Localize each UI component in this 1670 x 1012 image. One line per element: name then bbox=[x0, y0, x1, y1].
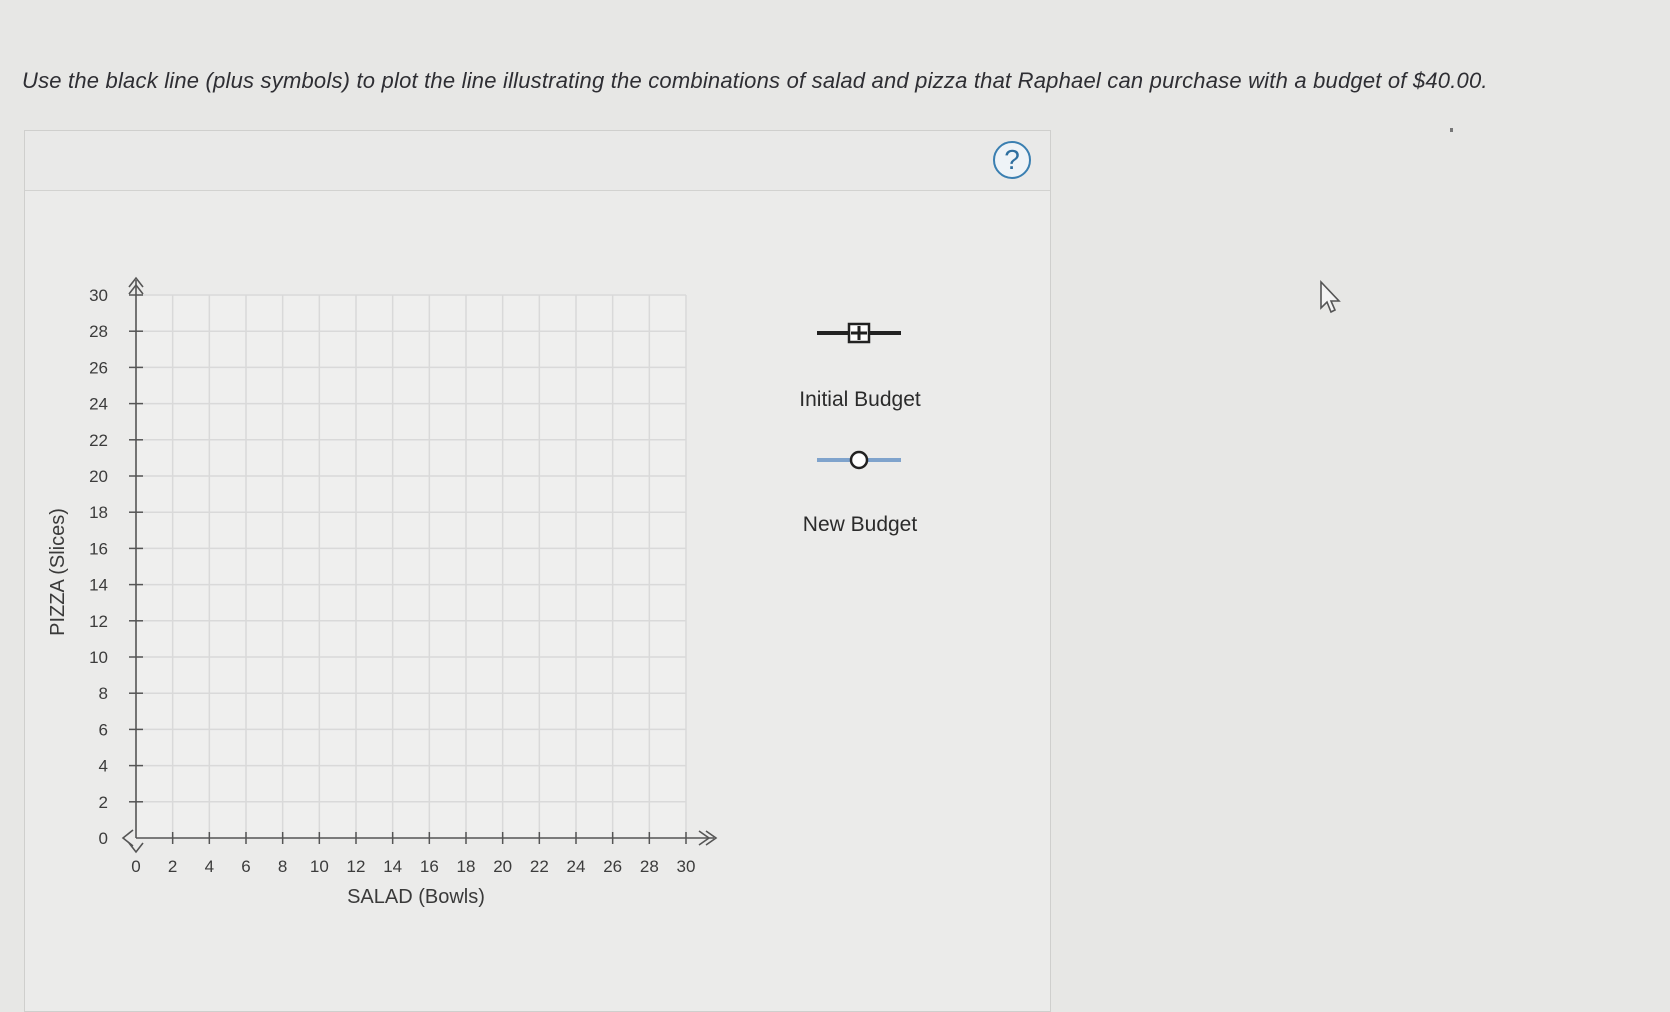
y-tick-label: 28 bbox=[89, 322, 108, 341]
x-tick-label: 14 bbox=[383, 857, 402, 876]
x-tick-label: 4 bbox=[205, 857, 214, 876]
x-tick-label: 0 bbox=[131, 857, 140, 876]
budget-graph[interactable]: 0 2 4 6 8 10 12 14 16 18 20 22 24 26 28 300246810121416… bbox=[0, 0, 1670, 991]
initial-budget-label: Initial Budget bbox=[799, 388, 921, 411]
x-tick-label: 22 bbox=[530, 857, 549, 876]
x-tick-label: 28 bbox=[640, 857, 659, 876]
y-tick-label: 24 bbox=[89, 395, 108, 414]
x-tick-label: 2 bbox=[168, 857, 177, 876]
y-tick-label: 26 bbox=[89, 358, 108, 377]
circle-icon bbox=[817, 450, 901, 470]
y-tick-label: 14 bbox=[89, 576, 108, 595]
x-tick-label: 24 bbox=[567, 857, 586, 876]
y-tick-label: 6 bbox=[99, 720, 108, 739]
y-tick-label: 20 bbox=[89, 467, 108, 486]
y-tick-label: 16 bbox=[89, 539, 108, 558]
y-tick-label: 10 bbox=[89, 648, 108, 667]
y-tick-label: 30 bbox=[89, 286, 108, 305]
x-tick-label: 8 bbox=[278, 857, 287, 876]
new-budget-tool[interactable] bbox=[815, 445, 903, 475]
y-tick-label: 8 bbox=[99, 684, 108, 703]
y-tick-label: 2 bbox=[99, 793, 108, 812]
x-axis-arrow-left bbox=[121, 829, 134, 847]
x-tick-label: 18 bbox=[457, 857, 476, 876]
mouse-cursor-icon bbox=[1320, 280, 1341, 314]
x-tick-label: 10 bbox=[310, 857, 329, 876]
x-tick-label: 6 bbox=[241, 857, 250, 876]
initial-budget-tool[interactable] bbox=[815, 318, 903, 348]
plot-area bbox=[136, 295, 686, 838]
x-axis-title: SALAD (Bowls) bbox=[347, 886, 485, 908]
x-tick-label: 16 bbox=[420, 857, 439, 876]
y-tick-label: 4 bbox=[99, 757, 108, 776]
x-tick-label: 12 bbox=[347, 857, 366, 876]
y-tick-label: 0 bbox=[99, 829, 108, 848]
y-axis-title: PIZZA (Slices) bbox=[47, 508, 69, 636]
new-budget-label: New Budget bbox=[802, 513, 918, 536]
grid bbox=[136, 294, 687, 838]
x-tick-label: 30 bbox=[677, 857, 696, 876]
y-tick-label: 12 bbox=[89, 612, 108, 631]
screen-speck bbox=[1450, 128, 1453, 132]
y-tick-label: 22 bbox=[89, 431, 108, 450]
plus-icon bbox=[817, 322, 901, 344]
x-tick-label: 26 bbox=[603, 857, 622, 876]
y-tick-label: 18 bbox=[89, 503, 108, 522]
x-tick-label: 20 bbox=[493, 857, 512, 876]
